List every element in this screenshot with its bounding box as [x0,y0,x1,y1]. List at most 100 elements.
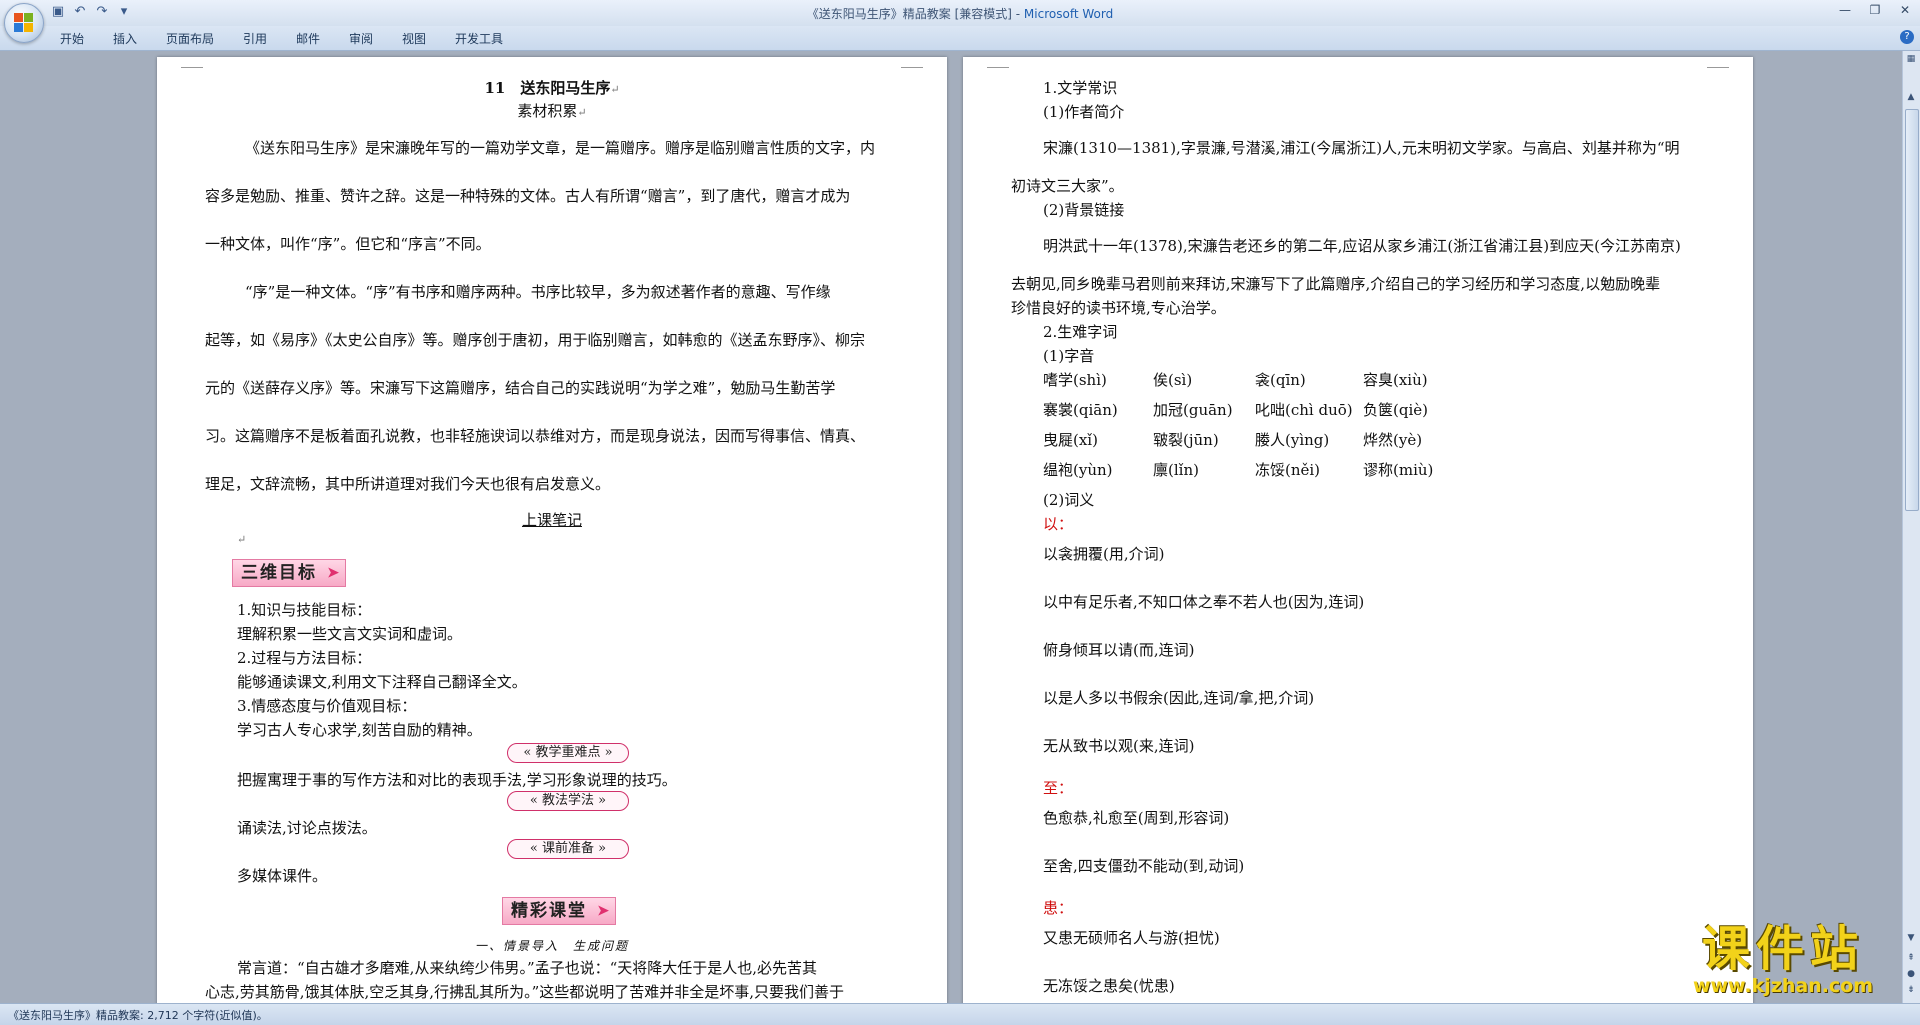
close-button[interactable]: ✕ [1890,0,1920,20]
ruler-toggle-icon[interactable]: ▦ [1905,53,1917,65]
site-watermark: 课件站 www.kjzhan.com [1658,923,1908,999]
intro-line: 习。这篇赠序不是板着面孔说教，也非轻施谀词以恭维对方，而是现身说法，因而写得事信… [205,427,866,445]
scroll-up-arrow-icon[interactable]: ▲ [1905,91,1917,103]
meaning-example: 又患无硕师名人与游(担忧) [1043,929,1220,947]
scroll-thumb[interactable] [1905,109,1919,511]
banner-classroom: 精彩课堂 ➤ [502,897,616,925]
meaning-example: 无冻馁之患矣(忧患) [1043,977,1175,995]
subheading-pronunciation: (1)字音 [1043,347,1095,365]
meaning-example: 以是人多以书假余(因此,连词/拿,把,介词) [1043,689,1315,707]
pinyin-cell: 衾(qīn) [1255,371,1306,389]
lesson-title-text: 11 送东阳马生序 [484,79,611,97]
intro-line: 理足，文辞流畅，其中所讲道理对我们今天也很有启发意义。 [205,475,611,493]
intro-line: 元的《送薛存义序》等。宋濂写下这篇赠序，结合自己的实践说明“为学之难”，勉励马生… [205,379,836,397]
pinyin-cell: 廪(lǐn) [1153,461,1199,479]
intro-line: 《送东阳马生序》是宋濂晚年写的一篇劝学文章，是一篇赠序。赠序是临别赠言性质的文字… [245,139,876,157]
meaning-example: 俯身倾耳以请(而,连词) [1043,641,1195,659]
pinyin-cell: 烨然(yè) [1363,431,1423,449]
minimize-button[interactable]: — [1830,0,1860,20]
pinyin-cell: 加冠(guān) [1153,401,1233,419]
lesson-title: 11 送东阳马生序↵ [484,79,620,97]
intro-line: 一种文体，叫作“序”。但它和“序言”不同。 [205,235,491,253]
title-bar: ▣ ↶ ↷ ▾ 《送东阳马生序》精品教案 [兼容模式] - Microsoft … [0,0,1920,27]
document-area: 11 送东阳马生序↵ 素材积累↵ 《送东阳马生序》是宋濂晚年写的一篇劝学文章，是… [0,51,1903,1004]
office-logo-icon [14,13,34,33]
window-title: 《送东阳马生序》精品教案 [兼容模式] - Microsoft Word [0,5,1920,22]
paragraph-mark: ↵ [237,533,247,546]
pinyin-cell: 曳屣(xǐ) [1043,431,1098,449]
heading-vocabulary: 2.生难字词 [1043,323,1118,341]
intro-line: “序”是一种文体。“序”有书序和赠序两种。书序比较早，多为叙述著作者的意趣、写作… [245,283,831,301]
goal-line: 理解积累一些文言文实词和虚词。 [237,625,463,643]
meaning-example: 以衾拥覆(用,介词) [1043,545,1165,563]
pinyin-cell: 负箧(qiè) [1363,401,1428,419]
background-line: 去朝见,同乡晚辈马君则前来拜访,宋濂写下了此篇赠序,介绍自己的学习经历和学习态度… [1011,275,1661,293]
keyword-yi: 以： [1043,515,1074,533]
meaning-example: 以中有足乐者,不知口体之奉不若人也(因为,连词) [1043,593,1365,611]
section-subtitle-text: 素材积累 [517,102,578,120]
office-button[interactable] [4,3,44,43]
banner-classroom-text: 精彩课堂 [511,901,587,921]
pinyin-cell: 嗜学(shì) [1043,371,1107,389]
pinyin-cell: 褰裳(qiān) [1043,401,1118,419]
tab-developer[interactable]: 开发工具 [455,30,503,47]
status-bar: 《送东阳马生序》精品教案: 2,712 个字符(近似值)。 [0,1003,1920,1025]
pinyin-cell: 叱咄(chì duō) [1255,401,1353,419]
margin-corner-mark [1707,57,1729,68]
intro-story-line: 心志,劳其筋骨,饿其体肤,空乏其身,行拂乱其所为。”这些都说明了苦难并非全是坏事… [205,983,845,1001]
goal-line: 2.过程与方法目标： [237,649,372,667]
pill-preparation: « 课前准备 » [507,839,629,859]
tab-references[interactable]: 引用 [243,30,267,47]
meaning-example: 至舍,四支僵劲不能动(到,动词) [1043,857,1245,875]
section-heading: 一、情景导入 生成问题 [474,939,629,953]
pinyin-cell: 冻馁(něi) [1255,461,1321,479]
intro-line: 起等，如《易序》《太史公自序》等。赠序创于唐初，用于临别赠言，如韩愈的《送孟东野… [205,331,866,349]
author-line: 宋濂(1310—1381),字景濂,号潜溪,浦江(今属浙江)人,元末明初文学家。… [1043,139,1680,157]
app-name: Microsoft Word [1023,7,1114,21]
tab-mailings[interactable]: 邮件 [296,30,320,47]
banner-three-goals-text: 三维目标 [241,563,317,583]
page-right[interactable]: 1.文学常识 (1)作者简介 宋濂(1310—1381),字景濂,号潜溪,浦江(… [963,57,1753,1004]
double-arrow-icon: ➤ [327,565,341,581]
section-subtitle: 素材积累↵ [517,102,587,120]
intro-line: 容多是勉励、推重、赞许之辞。这是一种特殊的文体。古人有所谓“赠言”，到了唐代，赠… [205,187,851,205]
tab-review[interactable]: 审阅 [349,30,373,47]
methods-text: 诵读法,讨论点拨法。 [237,819,377,837]
double-arrow-icon: ➤ [597,903,611,919]
subheading-meanings: (2)词义 [1043,491,1095,509]
pill-key-points: « 教学重难点 » [507,743,629,763]
goal-line: 3.情感态度与价值观目标： [237,697,417,715]
preparation-text: 多媒体课件。 [237,867,328,885]
pill-methods: « 教法学法 » [507,791,629,811]
keyword-huan: 患： [1043,899,1074,917]
margin-corner-mark [987,57,1009,68]
pill-preparation-text: 课前准备 [541,841,594,856]
watermark-url: www.kjzhan.com [1692,975,1874,997]
pill-methods-text: 教法学法 [541,793,594,808]
tab-home[interactable]: 开始 [60,30,84,47]
vertical-scrollbar[interactable]: ▦ ▲ ▼ ⇞ ● ⇟ [1902,51,1920,1004]
background-line: 珍惜良好的读书环境,专心治学。 [1011,299,1226,317]
pill-key-points-text: 教学重难点 [535,745,601,760]
tab-page-layout[interactable]: 页面布局 [166,30,214,47]
subheading-background: (2)背景链接 [1043,201,1125,219]
pinyin-cell: 媵人(yìng) [1255,431,1330,449]
goal-line: 1.知识与技能目标： [237,601,372,619]
background-line: 明洪武十一年(1378),宋濂告老还乡的第二年,应诏从家乡浦江(浙江省浦江县)到… [1043,237,1681,255]
banner-three-goals: 三维目标 ➤ [232,559,346,587]
status-text: 《送东阳马生序》精品教案: 2,712 个字符(近似值)。 [8,1009,268,1022]
subheading-author: (1)作者简介 [1043,103,1125,121]
pinyin-cell: 容臭(xiù) [1363,371,1428,389]
tab-view[interactable]: 视图 [402,30,426,47]
maximize-button[interactable]: ❐ [1860,0,1890,20]
pinyin-cell: 缊袍(yùn) [1043,461,1113,479]
heading-literary-knowledge: 1.文学常识 [1043,79,1118,97]
page-left[interactable]: 11 送东阳马生序↵ 素材积累↵ 《送东阳马生序》是宋濂晚年写的一篇劝学文章，是… [157,57,947,1004]
document-title: 《送东阳马生序》精品教案 [兼容模式] - [806,7,1024,21]
meaning-example: 色愈恭,礼愈至(周到,形容词) [1043,809,1230,827]
ribbon-tabs: 开始 插入 页面布局 引用 邮件 审阅 视图 开发工具 ? [0,26,1920,51]
intro-story-line: 常言道：“自古雄才多磨难,从来纨绔少伟男。”孟子也说：“天将降大任于是人也,必先… [237,959,818,977]
notes-heading: 上课笔记 [521,511,582,529]
tab-insert[interactable]: 插入 [113,30,137,47]
help-icon[interactable]: ? [1900,30,1914,44]
